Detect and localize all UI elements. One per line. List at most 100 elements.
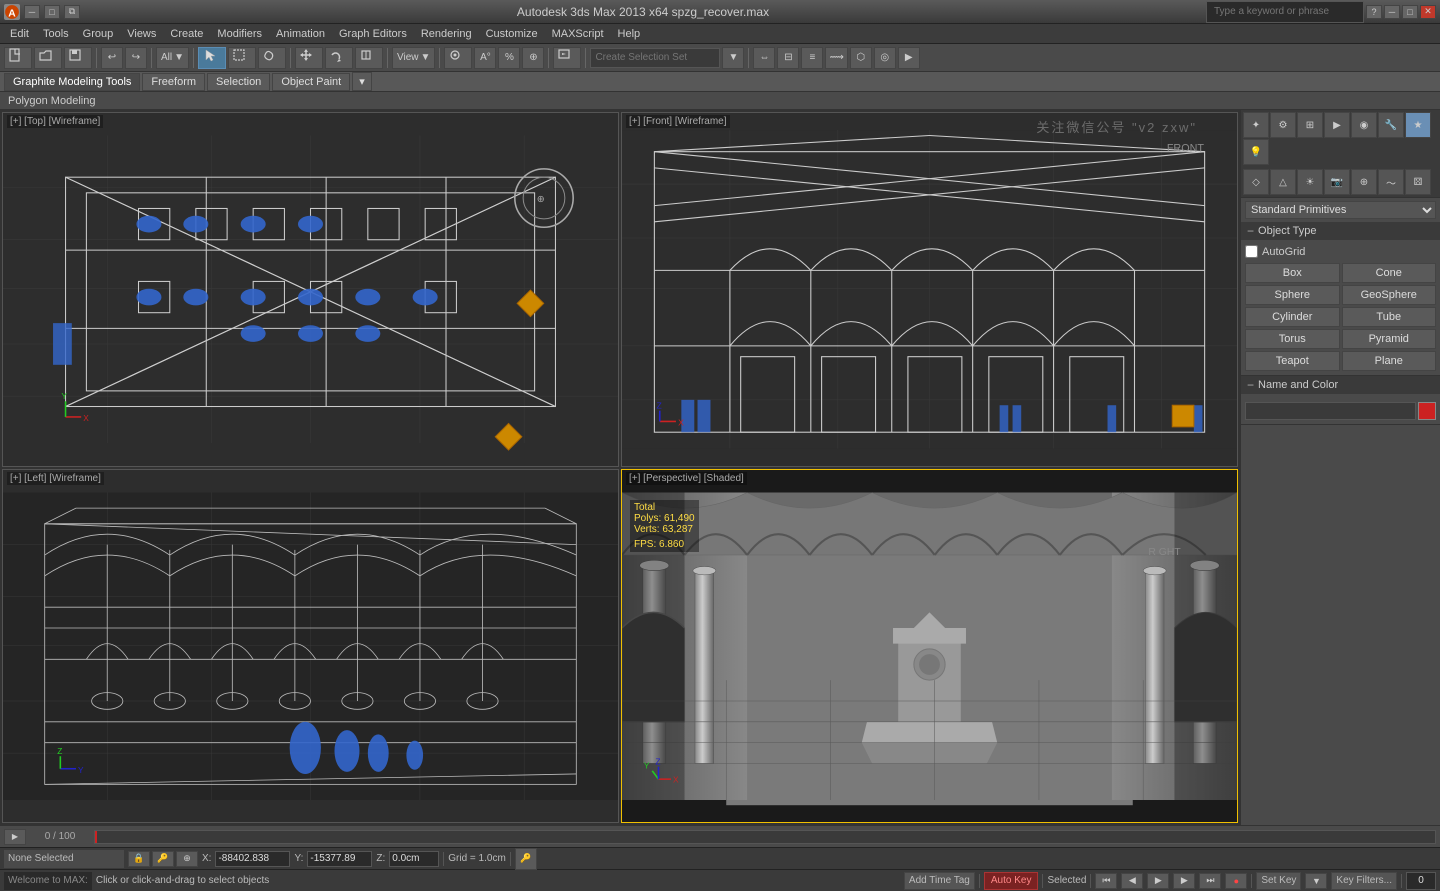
align-btn[interactable]: ⊟ [777,47,799,69]
open-file-btn[interactable] [34,47,62,69]
record-btn[interactable]: ● [1225,873,1247,889]
pyramid-btn[interactable]: Pyramid [1342,329,1437,349]
search-input[interactable] [1210,2,1360,22]
statusbar-lock-icon[interactable]: 🔒 [128,851,150,867]
menu-customize[interactable]: Customize [480,26,544,42]
motion-tab[interactable]: ▶ [1324,112,1350,138]
box-btn[interactable]: Box [1245,263,1340,283]
skip-end-btn[interactable]: ⏭ [1199,873,1221,889]
timeline-track[interactable] [94,830,1436,844]
statusbar-cursor-icon[interactable]: ⊕ [176,851,198,867]
next-frame-btn[interactable]: ▶ [1173,873,1195,889]
systems-icon[interactable]: ⚄ [1405,169,1431,195]
key-filters-btn[interactable]: Key Filters... [1331,872,1397,890]
menu-animation[interactable]: Animation [270,26,331,42]
menu-rendering[interactable]: Rendering [415,26,478,42]
ribbon-tab-selection[interactable]: Selection [207,73,270,91]
selection-dropdown-btn[interactable]: ▼ [722,47,744,69]
teapot-btn[interactable]: Teapot [1245,351,1340,371]
color-swatch[interactable] [1418,402,1436,420]
ribbon-tab-graphite[interactable]: Graphite Modeling Tools [4,73,140,91]
select-btn[interactable] [198,47,226,69]
object-name-input[interactable] [1245,402,1416,420]
shapes-icon[interactable]: △ [1270,169,1296,195]
play-btn[interactable]: ▶ [1147,873,1169,889]
ribbon-tab-freeform[interactable]: Freeform [142,73,205,91]
y-coord-input[interactable] [307,851,372,867]
render-setup-btn[interactable] [553,47,581,69]
timeline-expand-btn[interactable]: ▶ [4,829,26,845]
display-tab[interactable]: ◉ [1351,112,1377,138]
snap-btn[interactable] [444,47,472,69]
viewport-front[interactable]: [+] [Front] [Wireframe] 关注微信公号 "v2 zxw" [621,112,1238,467]
menu-edit[interactable]: Edit [4,26,35,42]
lasso-btn[interactable] [258,47,286,69]
autokey-btn[interactable]: Auto Key [984,872,1039,890]
help-icon[interactable]: ? [1366,5,1382,19]
filter-dropdown[interactable]: All ▼ [156,47,189,69]
menu-group[interactable]: Group [77,26,120,42]
tube-btn[interactable]: Tube [1342,307,1437,327]
name-color-header[interactable]: − Name and Color [1241,376,1440,394]
create-tab[interactable]: ✦ [1243,112,1269,138]
new-file-btn[interactable] [4,47,32,69]
helpers-icon[interactable]: ⊕ [1351,169,1377,195]
torus-btn[interactable]: Torus [1245,329,1340,349]
z-coord-input[interactable] [389,851,439,867]
ribbon-more-dropdown[interactable]: ▾ [352,72,372,91]
statusbar-key-icon[interactable]: 🔑 [152,851,174,867]
restore-icon[interactable]: ⧉ [64,5,80,19]
cone-btn[interactable]: Cone [1342,263,1437,283]
titlebar-close-btn[interactable]: ✕ [1420,5,1436,19]
create-selection-input[interactable] [590,48,720,68]
menu-graph-editors[interactable]: Graph Editors [333,26,413,42]
menu-views[interactable]: Views [121,26,162,42]
x-coord-input[interactable] [215,851,290,867]
menu-modifiers[interactable]: Modifiers [211,26,268,42]
viewport-perspective[interactable]: [+] [Perspective] [Shaded] Total Polys: … [621,469,1238,824]
menu-maxscript[interactable]: MAXScript [546,26,610,42]
scale-btn[interactable] [355,47,383,69]
menu-tools[interactable]: Tools [37,26,75,42]
hierarchy-tab[interactable]: ⊞ [1297,112,1323,138]
undo-btn[interactable]: ↩ [101,47,123,69]
minimize-icon[interactable]: ─ [24,5,40,19]
frame-counter[interactable] [1406,872,1436,890]
menu-create[interactable]: Create [164,26,209,42]
prev-frame-btn[interactable]: ◀ [1121,873,1143,889]
add-time-tag-btn[interactable]: Add Time Tag [904,872,975,890]
angle-snap-btn[interactable]: A° [474,47,496,69]
rotate-btn[interactable] [325,47,353,69]
redo-btn[interactable]: ↪ [125,47,147,69]
cylinder-btn[interactable]: Cylinder [1245,307,1340,327]
viewport-left[interactable]: [+] [Left] [Wireframe] [2,469,619,824]
move-btn[interactable] [295,47,323,69]
utilities-tab[interactable]: 🔧 [1378,112,1404,138]
lights2-icon[interactable]: ☀ [1297,169,1323,195]
tools-tab[interactable]: ★ [1405,112,1431,138]
select-region-btn[interactable] [228,47,256,69]
geo-icon[interactable]: ◇ [1243,169,1269,195]
primitives-dropdown[interactable]: Standard Primitives Extended Primitives … [1245,201,1436,219]
setkey-btn[interactable]: Set Key [1256,872,1301,890]
view-dropdown[interactable]: View ▼ [392,47,435,69]
lights-tab[interactable]: 💡 [1243,139,1269,165]
titlebar-max-btn[interactable]: □ [1402,5,1418,19]
sphere-btn[interactable]: Sphere [1245,285,1340,305]
menu-help[interactable]: Help [612,26,647,42]
geosphere-btn[interactable]: GeoSphere [1342,285,1437,305]
setkey-options-btn[interactable]: ▼ [1305,873,1327,889]
curve-editor-btn[interactable]: ⟿ [825,47,847,69]
autogrid-checkbox[interactable] [1245,245,1258,258]
spinner-snap-btn[interactable]: ⊕ [522,47,544,69]
key-icon[interactable]: 🔑 [515,848,537,870]
mirror-btn[interactable]: ⇔ [753,47,775,69]
skip-start-btn[interactable]: ⏮ [1095,873,1117,889]
modify-tab[interactable]: ⚙ [1270,112,1296,138]
plane-btn[interactable]: Plane [1342,351,1437,371]
spacewarps-icon[interactable]: 〜 [1378,169,1404,195]
layers-btn[interactable]: ≡ [801,47,823,69]
object-type-header[interactable]: − Object Type [1241,222,1440,240]
maximize-icon[interactable]: □ [44,5,60,19]
render-frame-btn[interactable]: ▶ [898,47,920,69]
